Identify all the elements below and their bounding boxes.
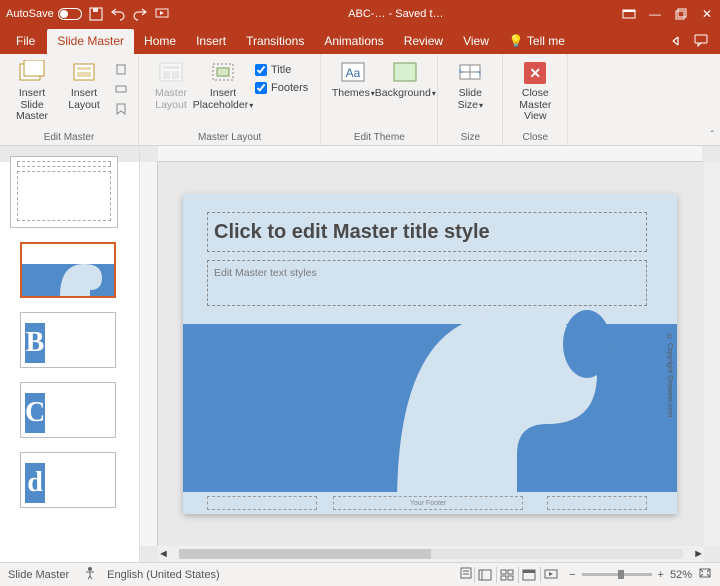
zoom-slider[interactable] xyxy=(582,573,652,576)
undo-icon[interactable] xyxy=(110,6,126,22)
close-window-icon[interactable]: ✕ xyxy=(700,7,714,21)
group-master-layout: Master Layout Insert Placeholder▾ Title … xyxy=(139,54,321,145)
workspace: B C d ◄ ► Click to edit Master title sty… xyxy=(0,146,720,562)
slide-graphic xyxy=(183,324,677,492)
save-icon[interactable] xyxy=(88,6,104,22)
group-edit-theme: Aa Themes▾ Background▾ Edit Theme xyxy=(321,54,438,145)
zoom-in-icon[interactable]: + xyxy=(658,569,664,581)
group-edit-master: Insert Slide Master Insert Layout Edit M… xyxy=(0,54,139,145)
collapse-ribbon-icon[interactable]: ˆ xyxy=(711,130,714,141)
tab-tell-me[interactable]: 💡 Tell me xyxy=(499,29,575,54)
thumb-master[interactable] xyxy=(10,156,118,228)
scrollbar-vertical[interactable] xyxy=(704,162,720,546)
restore-icon[interactable] xyxy=(674,7,688,21)
start-slideshow-icon[interactable] xyxy=(154,6,170,22)
themes-button[interactable]: Aa Themes▾ xyxy=(329,58,377,102)
slide-editor[interactable]: ◄ ► Click to edit Master title style Edi… xyxy=(140,146,720,562)
master-layout-button: Master Layout xyxy=(147,58,195,113)
autosave-toggle[interactable]: AutoSave xyxy=(6,8,82,20)
status-bar: Slide Master English (United States) − +… xyxy=(0,562,720,586)
slide-size-button[interactable]: Slide Size▾ xyxy=(446,58,494,113)
accessibility-icon[interactable] xyxy=(83,566,97,583)
close-master-view-button[interactable]: ✕ Close Master View xyxy=(511,58,559,125)
zoom-level[interactable]: 52% xyxy=(670,569,692,581)
view-sorter-icon[interactable] xyxy=(496,567,516,583)
tab-file[interactable]: File xyxy=(6,29,45,54)
ruler-vertical[interactable] xyxy=(140,162,158,546)
group-size: Slide Size▾ Size xyxy=(438,54,503,145)
view-reading-icon[interactable] xyxy=(518,567,538,583)
ribbon-tab-strip: File Slide Master Home Insert Transition… xyxy=(0,28,720,54)
title-bar: AutoSave ABC-… - Saved t… — ✕ xyxy=(0,0,720,28)
zoom-out-icon[interactable]: − xyxy=(569,569,575,581)
insert-placeholder-button[interactable]: Insert Placeholder▾ xyxy=(199,58,247,113)
placeholder-slide-number[interactable] xyxy=(547,496,647,510)
zoom-control[interactable]: − + 52% xyxy=(569,567,712,582)
placeholder-date[interactable] xyxy=(207,496,317,510)
thumb-layout-a[interactable] xyxy=(20,242,116,298)
ribbon-display-icon[interactable] xyxy=(622,7,636,21)
tab-home[interactable]: Home xyxy=(134,29,186,54)
view-slideshow-icon[interactable] xyxy=(540,567,560,583)
scrollbar-horizontal[interactable]: ◄ ► xyxy=(158,546,704,562)
status-mode[interactable]: Slide Master xyxy=(8,569,69,581)
copyright-text: © Copyright Showeet.com xyxy=(666,334,673,417)
tab-transitions[interactable]: Transitions xyxy=(236,29,314,54)
notes-icon[interactable] xyxy=(459,566,473,583)
svg-text:Aa: Aa xyxy=(346,66,361,80)
view-normal-icon[interactable] xyxy=(474,567,494,583)
tab-review[interactable]: Review xyxy=(394,29,453,54)
tab-animations[interactable]: Animations xyxy=(314,29,393,54)
delete-icon[interactable] xyxy=(114,62,128,79)
group-close: ✕ Close Master View Close xyxy=(503,54,568,145)
scroll-right-icon[interactable]: ► xyxy=(693,548,704,560)
minimize-icon[interactable]: — xyxy=(648,7,662,21)
insert-layout-button[interactable]: Insert Layout xyxy=(60,58,108,113)
placeholder-footer[interactable]: Your Footer xyxy=(333,496,523,510)
tab-view[interactable]: View xyxy=(453,29,499,54)
placeholder-title[interactable]: Click to edit Master title style xyxy=(207,212,647,252)
document-title: ABC-… - Saved t… xyxy=(170,8,622,20)
thumb-layout-c[interactable]: C xyxy=(20,382,116,438)
thumbnail-pane[interactable]: B C d xyxy=(0,146,140,562)
slide-canvas[interactable]: Click to edit Master title style Edit Ma… xyxy=(183,194,677,514)
insert-slide-master-button[interactable]: Insert Slide Master xyxy=(8,58,56,125)
autosave-label: AutoSave xyxy=(6,8,54,20)
chk-footers[interactable]: Footers xyxy=(255,82,308,94)
share-icon[interactable] xyxy=(670,33,684,50)
redo-icon[interactable] xyxy=(132,6,148,22)
tab-slide-master[interactable]: Slide Master xyxy=(47,29,134,54)
chk-title[interactable]: Title xyxy=(255,64,308,76)
close-x-icon: ✕ xyxy=(524,62,546,84)
status-language[interactable]: English (United States) xyxy=(107,569,220,581)
fit-window-icon[interactable] xyxy=(698,567,712,582)
rename-icon[interactable] xyxy=(114,82,128,99)
ribbon: Insert Slide Master Insert Layout Edit M… xyxy=(0,54,720,146)
toggle-off-icon xyxy=(58,8,82,20)
ruler-horizontal[interactable] xyxy=(158,146,702,162)
background-button[interactable]: Background▾ xyxy=(381,58,429,102)
preserve-icon[interactable] xyxy=(114,102,128,119)
comments-icon[interactable] xyxy=(694,33,708,50)
thumb-layout-b[interactable]: B xyxy=(20,312,116,368)
scroll-left-icon[interactable]: ◄ xyxy=(158,548,169,560)
thumb-layout-d[interactable]: d xyxy=(20,452,116,508)
tab-insert[interactable]: Insert xyxy=(186,29,236,54)
